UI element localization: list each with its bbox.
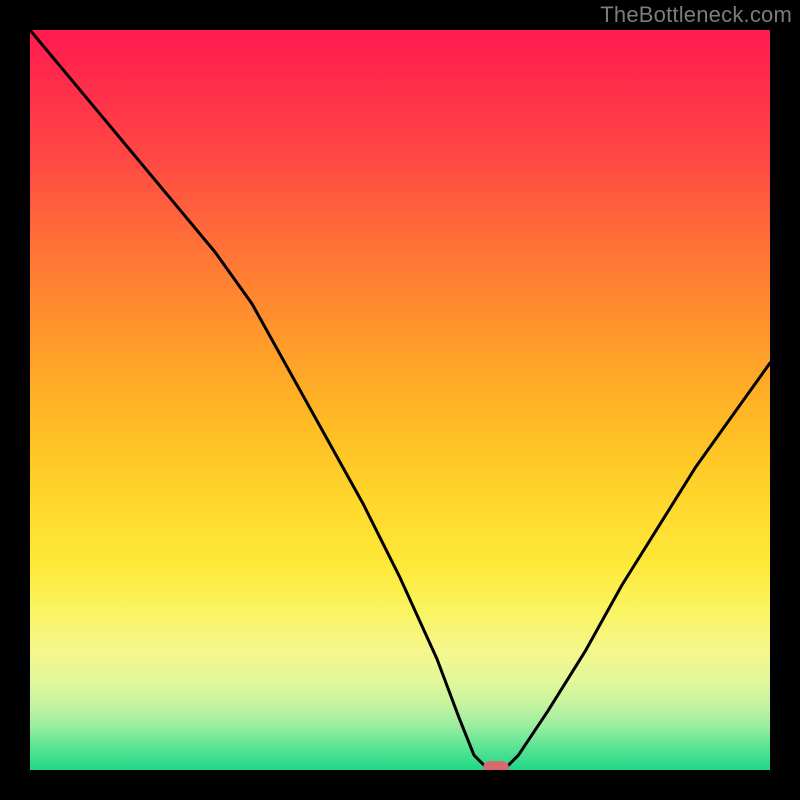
watermark-text: TheBottleneck.com	[600, 2, 792, 28]
chart-frame: TheBottleneck.com	[0, 0, 800, 800]
bottleneck-curve	[30, 30, 770, 770]
minimum-marker	[483, 761, 509, 770]
plot-area	[30, 30, 770, 770]
